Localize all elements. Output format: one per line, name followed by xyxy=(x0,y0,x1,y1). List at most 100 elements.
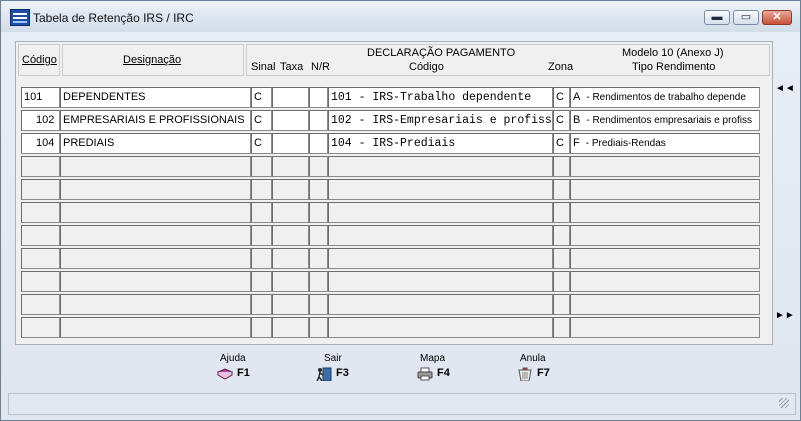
taxa-cell[interactable] xyxy=(272,248,309,269)
table-row[interactable]: 102 EMPRESARIAIS E PROFISSIONAIS C 102 - IR… xyxy=(21,110,761,132)
help-button[interactable]: Ajuda F1 xyxy=(217,353,277,383)
table-row[interactable] xyxy=(21,248,761,270)
dp-codigo-cell[interactable] xyxy=(328,156,553,177)
codigo-cell[interactable]: 102 xyxy=(21,110,60,131)
codigo-cell[interactable] xyxy=(21,156,60,177)
taxa-cell[interactable] xyxy=(272,110,309,131)
nr-cell[interactable] xyxy=(309,179,328,200)
sinal-cell[interactable] xyxy=(251,271,272,292)
designacao-cell[interactable] xyxy=(60,202,251,223)
table-row[interactable] xyxy=(21,294,761,316)
codigo-cell[interactable] xyxy=(21,179,60,200)
zona-cell[interactable] xyxy=(553,248,570,269)
designacao-cell[interactable]: DEPENDENTES xyxy=(60,87,251,108)
table-row[interactable] xyxy=(21,202,761,224)
dp-codigo-cell[interactable] xyxy=(328,225,553,246)
nr-cell[interactable] xyxy=(309,156,328,177)
close-button[interactable]: ✕ xyxy=(762,10,792,25)
tipo-rendimento-cell[interactable] xyxy=(570,156,760,177)
exit-button[interactable]: Sair F3 xyxy=(316,353,376,383)
table-row[interactable] xyxy=(21,271,761,293)
codigo-cell[interactable] xyxy=(21,225,60,246)
table-row[interactable] xyxy=(21,156,761,178)
nr-cell[interactable] xyxy=(309,133,328,154)
sinal-cell[interactable] xyxy=(251,248,272,269)
nr-cell[interactable] xyxy=(309,294,328,315)
dp-codigo-cell[interactable]: 104 - IRS-Prediais xyxy=(328,133,553,154)
taxa-cell[interactable] xyxy=(272,133,309,154)
nr-cell[interactable] xyxy=(309,225,328,246)
codigo-cell[interactable] xyxy=(21,202,60,223)
nr-cell[interactable] xyxy=(309,271,328,292)
designacao-cell[interactable] xyxy=(60,225,251,246)
codigo-cell[interactable] xyxy=(21,317,60,338)
sinal-cell[interactable]: C xyxy=(251,110,272,131)
sinal-cell[interactable] xyxy=(251,202,272,223)
map-button[interactable]: Mapa F4 xyxy=(417,353,477,383)
cancel-button[interactable]: Anula F7 xyxy=(517,353,577,383)
nr-cell[interactable] xyxy=(309,317,328,338)
zona-cell[interactable] xyxy=(553,271,570,292)
zona-cell[interactable]: C xyxy=(553,133,570,154)
dp-codigo-cell[interactable] xyxy=(328,248,553,269)
taxa-cell[interactable] xyxy=(272,294,309,315)
zona-cell[interactable] xyxy=(553,317,570,338)
codigo-cell[interactable] xyxy=(21,294,60,315)
tipo-rendimento-cell[interactable]: F - Prediais-Rendas xyxy=(570,133,760,154)
tipo-rendimento-cell[interactable] xyxy=(570,202,760,223)
sinal-cell[interactable] xyxy=(251,317,272,338)
taxa-cell[interactable] xyxy=(272,271,309,292)
taxa-cell[interactable] xyxy=(272,202,309,223)
codigo-cell[interactable]: 104 xyxy=(21,133,60,154)
dp-codigo-cell[interactable] xyxy=(328,271,553,292)
taxa-cell[interactable] xyxy=(272,87,309,108)
tipo-rendimento-cell[interactable] xyxy=(570,225,760,246)
zona-cell[interactable] xyxy=(553,156,570,177)
zona-cell[interactable] xyxy=(553,202,570,223)
designacao-cell[interactable] xyxy=(60,248,251,269)
sinal-cell[interactable] xyxy=(251,179,272,200)
table-row[interactable] xyxy=(21,179,761,201)
dp-codigo-cell[interactable] xyxy=(328,317,553,338)
last-record-button[interactable]: ►► xyxy=(775,310,795,321)
nr-cell[interactable] xyxy=(309,248,328,269)
dp-codigo-cell[interactable]: 101 - IRS-Trabalho dependente xyxy=(328,87,553,108)
zona-cell[interactable] xyxy=(553,179,570,200)
designacao-cell[interactable] xyxy=(60,294,251,315)
tipo-rendimento-cell[interactable] xyxy=(570,179,760,200)
taxa-cell[interactable] xyxy=(272,317,309,338)
tipo-rendimento-cell[interactable] xyxy=(570,294,760,315)
nr-cell[interactable] xyxy=(309,202,328,223)
first-record-button[interactable]: ◄◄ xyxy=(775,83,795,94)
minimize-button[interactable]: ▬ xyxy=(704,10,730,25)
dp-codigo-cell[interactable]: 102 - IRS-Empresariais e profiss xyxy=(328,110,553,131)
table-row[interactable]: 101 DEPENDENTES C 101 - IRS-Trabalho depend… xyxy=(21,87,761,109)
dp-codigo-cell[interactable] xyxy=(328,294,553,315)
designacao-cell[interactable] xyxy=(60,317,251,338)
zona-cell[interactable]: C xyxy=(553,87,570,108)
zona-cell[interactable] xyxy=(553,294,570,315)
table-row[interactable]: 104 PREDIAIS C 104 - IRS-Prediais C F - Predia… xyxy=(21,133,761,155)
designacao-cell[interactable] xyxy=(60,156,251,177)
designacao-cell[interactable] xyxy=(60,271,251,292)
zona-cell[interactable]: C xyxy=(553,110,570,131)
codigo-cell[interactable] xyxy=(21,271,60,292)
taxa-cell[interactable] xyxy=(272,156,309,177)
tipo-rendimento-cell[interactable]: A - Rendimentos de trabalho depende xyxy=(570,87,760,108)
designacao-cell[interactable] xyxy=(60,179,251,200)
designacao-cell[interactable]: EMPRESARIAIS E PROFISSIONAIS xyxy=(60,110,251,131)
title-bar[interactable]: Tabela de Retenção IRS / IRC ▬ ▭ ✕ xyxy=(1,1,800,32)
taxa-cell[interactable] xyxy=(272,225,309,246)
resize-grip-icon[interactable] xyxy=(779,398,789,408)
sinal-cell[interactable] xyxy=(251,156,272,177)
zona-cell[interactable] xyxy=(553,225,570,246)
codigo-cell[interactable] xyxy=(21,248,60,269)
maximize-button[interactable]: ▭ xyxy=(733,10,759,25)
tipo-rendimento-cell[interactable] xyxy=(570,248,760,269)
codigo-cell[interactable]: 101 xyxy=(21,87,60,108)
nr-cell[interactable] xyxy=(309,87,328,108)
nr-cell[interactable] xyxy=(309,110,328,131)
sinal-cell[interactable]: C xyxy=(251,133,272,154)
dp-codigo-cell[interactable] xyxy=(328,202,553,223)
taxa-cell[interactable] xyxy=(272,179,309,200)
